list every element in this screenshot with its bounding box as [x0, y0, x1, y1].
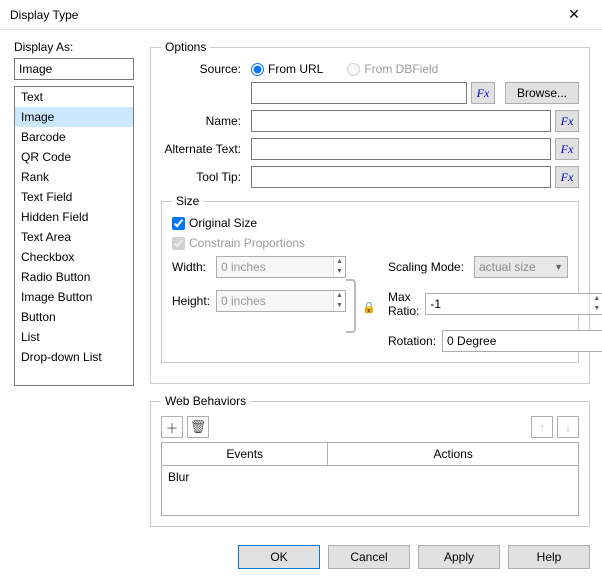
- window-title: Display Type: [10, 8, 78, 22]
- table-row[interactable]: Blur: [162, 466, 578, 488]
- tooltip-label: Tool Tip:: [161, 170, 241, 184]
- list-item[interactable]: QR Code: [15, 147, 133, 167]
- add-button[interactable]: ＋: [161, 416, 183, 438]
- list-item[interactable]: Text: [15, 87, 133, 107]
- name-label: Name:: [161, 114, 241, 128]
- delete-button[interactable]: 🗑: [187, 416, 209, 438]
- options-fieldset: Options Source: From URL From DBField: [150, 40, 590, 384]
- spin-up-icon: ▲: [333, 257, 346, 267]
- move-up-button: ↑: [531, 416, 553, 438]
- spin-up-icon: ▲: [333, 291, 346, 301]
- display-as-list[interactable]: TextImageBarcodeQR CodeRankText FieldHid…: [14, 86, 134, 386]
- source-url-input[interactable]: [251, 82, 467, 104]
- list-item[interactable]: Drop-down List: [15, 347, 133, 367]
- web-behaviors-table[interactable]: Events Actions Blur: [161, 442, 579, 516]
- lock-icon: 🔒: [362, 301, 376, 314]
- source-from-dbfield-radio: From DBField: [347, 62, 438, 76]
- close-icon[interactable]: ✕: [554, 6, 594, 23]
- source-from-url-radio[interactable]: From URL: [251, 62, 323, 76]
- spin-down-icon[interactable]: ▼: [589, 304, 602, 314]
- move-down-button: ↓: [557, 416, 579, 438]
- list-item[interactable]: Checkbox: [15, 247, 133, 267]
- list-item[interactable]: Rank: [15, 167, 133, 187]
- tooltip-fx-button[interactable]: Fx: [555, 166, 579, 188]
- max-ratio-label: Max Ratio:: [388, 290, 419, 318]
- display-as-label: Display As:: [14, 40, 134, 54]
- constrain-proportions-checkbox: Constrain Proportions: [172, 236, 568, 250]
- rotation-label: Rotation:: [388, 334, 436, 348]
- spin-up-icon[interactable]: ▲: [589, 294, 602, 304]
- ok-button[interactable]: OK: [238, 545, 320, 569]
- scaling-mode-combo: actual size ▼: [474, 256, 568, 278]
- max-ratio-input[interactable]: ▲▼: [425, 293, 602, 315]
- alt-text-input[interactable]: [251, 138, 551, 160]
- title-bar: Display Type ✕: [0, 0, 602, 30]
- rotation-input[interactable]: ▲▼: [442, 330, 602, 352]
- list-item[interactable]: Radio Button: [15, 267, 133, 287]
- options-legend: Options: [161, 40, 210, 54]
- scaling-mode-label: Scaling Mode:: [388, 260, 468, 274]
- alt-text-label: Alternate Text:: [161, 142, 241, 156]
- events-column-header: Events: [162, 443, 328, 465]
- size-fieldset: Size Original Size Constrain Proportions: [161, 194, 579, 363]
- list-item[interactable]: Barcode: [15, 127, 133, 147]
- web-behaviors-fieldset: Web Behaviors ＋ 🗑 ↑ ↓ Events Actions: [150, 394, 590, 527]
- list-item[interactable]: Button: [15, 307, 133, 327]
- width-label: Width:: [172, 260, 212, 274]
- spin-down-icon: ▼: [333, 301, 346, 311]
- chevron-down-icon: ▼: [554, 262, 563, 272]
- actions-column-header: Actions: [328, 443, 578, 465]
- source-label: Source:: [161, 62, 241, 76]
- help-button[interactable]: Help: [508, 545, 590, 569]
- list-item[interactable]: List: [15, 327, 133, 347]
- display-as-input[interactable]: [14, 58, 134, 80]
- list-item[interactable]: Hidden Field: [15, 207, 133, 227]
- alt-text-fx-button[interactable]: Fx: [555, 138, 579, 160]
- width-input: ▲▼: [216, 256, 346, 278]
- list-item[interactable]: Text Area: [15, 227, 133, 247]
- cancel-button[interactable]: Cancel: [328, 545, 410, 569]
- size-legend: Size: [172, 194, 203, 208]
- source-fx-button[interactable]: Fx: [471, 82, 495, 104]
- list-item[interactable]: Text Field: [15, 187, 133, 207]
- original-size-checkbox[interactable]: Original Size: [172, 216, 568, 230]
- name-input[interactable]: [251, 110, 551, 132]
- height-label: Height:: [172, 294, 212, 308]
- name-fx-button[interactable]: Fx: [555, 110, 579, 132]
- link-bracket: [346, 279, 356, 333]
- browse-button[interactable]: Browse...: [505, 82, 579, 104]
- tooltip-input[interactable]: [251, 166, 551, 188]
- height-input: ▲▼: [216, 290, 346, 312]
- list-item[interactable]: Image Button: [15, 287, 133, 307]
- list-item[interactable]: Image: [15, 107, 133, 127]
- spin-down-icon: ▼: [333, 267, 346, 277]
- apply-button[interactable]: Apply: [418, 545, 500, 569]
- web-behaviors-legend: Web Behaviors: [161, 394, 250, 408]
